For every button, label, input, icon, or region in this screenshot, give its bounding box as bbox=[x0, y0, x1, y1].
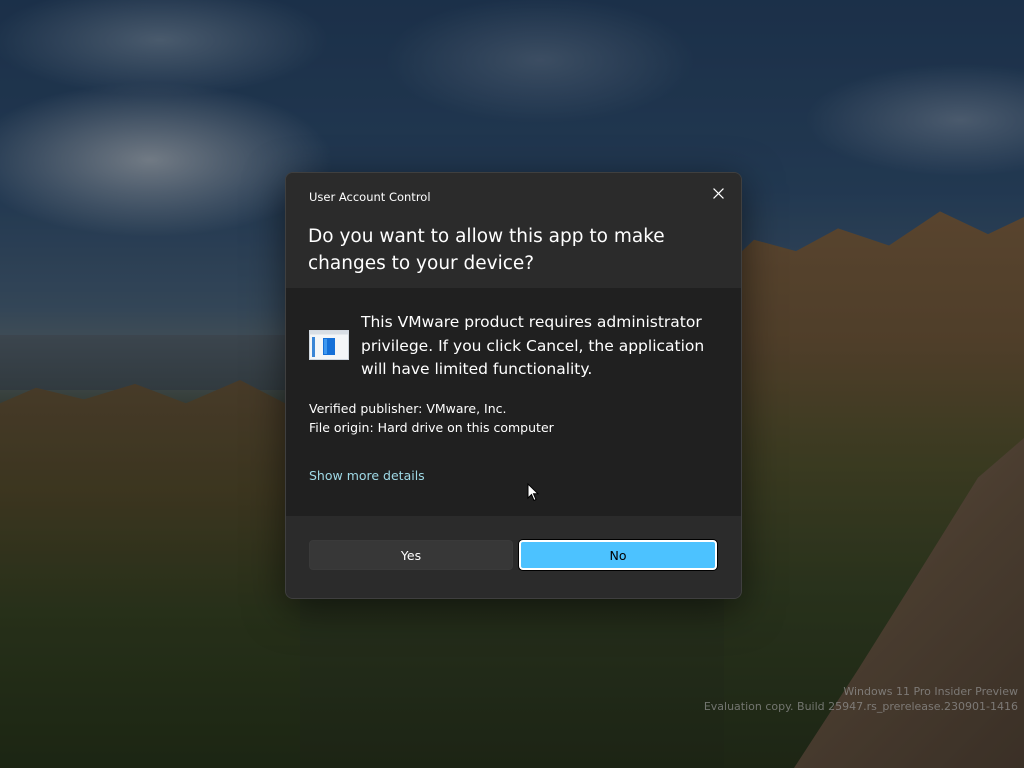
mouse-pointer-icon bbox=[527, 483, 539, 502]
os-watermark: Windows 11 Pro Insider Preview Evaluatio… bbox=[704, 684, 1018, 714]
file-origin: File origin: Hard drive on this computer bbox=[309, 420, 554, 435]
uac-header: User Account Control Do you want to allo… bbox=[286, 173, 741, 288]
verified-publisher: Verified publisher: VMware, Inc. bbox=[309, 401, 507, 416]
app-message: This VMware product requires administrat… bbox=[361, 313, 705, 378]
close-button[interactable] bbox=[703, 179, 733, 207]
app-window-icon bbox=[309, 330, 349, 360]
no-button[interactable]: No bbox=[519, 540, 717, 570]
desktop: Windows 11 Pro Insider Preview Evaluatio… bbox=[0, 0, 1024, 768]
yes-button[interactable]: Yes bbox=[309, 540, 513, 570]
uac-dialog: User Account Control Do you want to allo… bbox=[285, 172, 742, 599]
uac-footer: Yes No bbox=[286, 516, 741, 598]
dialog-question: Do you want to allow this app to make ch… bbox=[308, 226, 665, 274]
watermark-edition: Windows 11 Pro Insider Preview bbox=[843, 685, 1018, 698]
close-icon bbox=[712, 187, 724, 199]
dialog-title: User Account Control bbox=[309, 190, 431, 204]
show-more-details-link[interactable]: Show more details bbox=[309, 468, 425, 483]
watermark-build: Evaluation copy. Build 25947.rs_prerelea… bbox=[703, 700, 1018, 713]
uac-body: This VMware product requires administrat… bbox=[286, 288, 741, 516]
